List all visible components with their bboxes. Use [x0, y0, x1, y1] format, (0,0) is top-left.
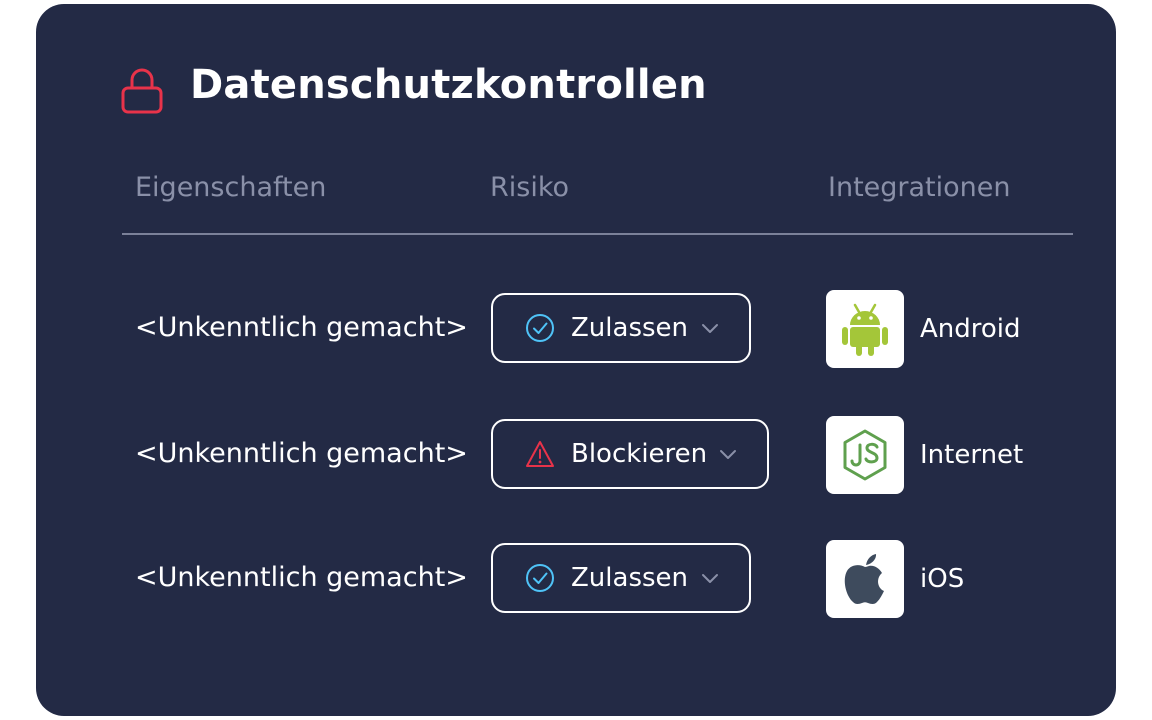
property-name: <Unkenntlich gemacht>: [135, 562, 468, 593]
risk-dropdown-label: Blockieren: [571, 439, 708, 469]
risk-dropdown[interactable]: Zulassen: [491, 293, 751, 363]
column-header-properties: Eigenschaften: [135, 172, 327, 203]
check-circle-icon: [526, 564, 554, 592]
header-divider: [122, 233, 1073, 235]
integration-label: Android: [920, 314, 1021, 344]
integration-logo-internet: [826, 416, 904, 494]
column-header-risk: Risiko: [490, 172, 570, 203]
warning-icon: [526, 441, 554, 467]
table-row: <Unkenntlich gemacht> Zulassen Android: [36, 288, 1116, 368]
apple-icon: [844, 554, 884, 604]
chevron-down-icon: [702, 574, 718, 583]
integration-logo-ios: [826, 540, 904, 618]
panel-title: Datenschutzkontrollen: [190, 62, 707, 108]
chevron-down-icon: [720, 450, 736, 459]
chevron-down-icon: [702, 324, 718, 333]
check-circle-icon: [526, 314, 554, 342]
risk-dropdown-label: Zulassen: [571, 313, 689, 343]
integration-logo-android: [826, 290, 904, 368]
table-row: <Unkenntlich gemacht> Zulassen iOS: [36, 538, 1116, 618]
integration-label: iOS: [920, 564, 965, 594]
property-name: <Unkenntlich gemacht>: [135, 312, 468, 343]
property-name: <Unkenntlich gemacht>: [135, 438, 468, 469]
lock-icon: [121, 68, 163, 114]
nodejs-icon: [843, 429, 887, 481]
android-icon: [842, 303, 888, 356]
risk-dropdown-label: Zulassen: [571, 563, 689, 593]
column-header-integrations: Integrationen: [828, 172, 1011, 203]
risk-dropdown[interactable]: Blockieren: [491, 419, 769, 489]
table-row: <Unkenntlich gemacht> Blockieren Interne…: [36, 414, 1116, 494]
risk-dropdown[interactable]: Zulassen: [491, 543, 751, 613]
privacy-controls-panel: Datenschutzkontrollen Eigenschaften Risi…: [36, 4, 1116, 716]
integration-label: Internet: [920, 440, 1024, 470]
